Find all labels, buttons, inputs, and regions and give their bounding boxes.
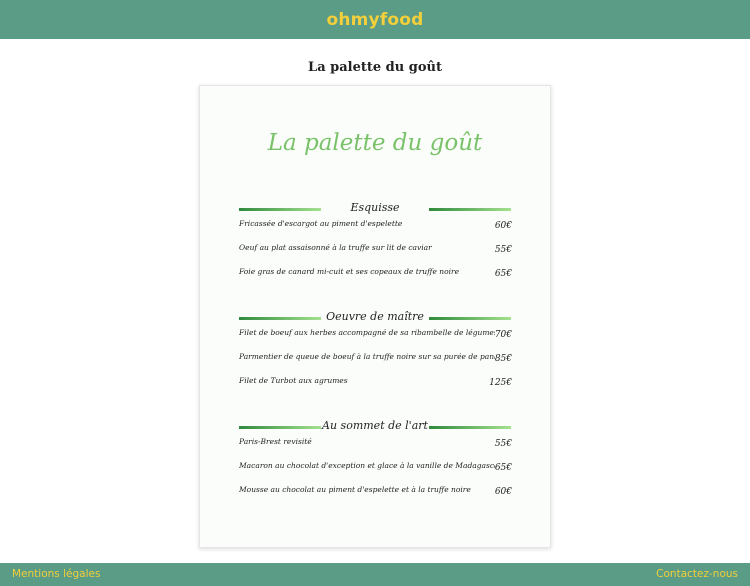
contact-link[interactable]: Contactez-nous (656, 568, 738, 580)
section-header: Au sommet de l'art (239, 417, 512, 437)
menu-item-price: 60€ (494, 221, 512, 231)
menu-item-price: 55€ (494, 439, 512, 449)
menu-item[interactable]: Filet de Turbot aux agrumes 125€ (239, 376, 512, 400)
menu-item[interactable]: Macaron au chocolat d'exception et glace… (239, 461, 512, 485)
menu-item-name: Filet de Turbot aux agrumes (239, 376, 348, 385)
menu-item[interactable]: Foie gras de canard mi-cuit et ses copea… (239, 267, 512, 291)
page-title: La palette du goût (308, 60, 442, 75)
menu-item-name: Paris-Brest revisité (239, 437, 312, 446)
menu-item-name: Foie gras de canard mi-cuit et ses copea… (239, 267, 460, 276)
menu-item[interactable]: Parmentier de queue de boeuf à la truffe… (239, 352, 512, 376)
menu-item[interactable]: Filet de boeuf aux herbes accompagné de … (239, 328, 512, 352)
menu-item[interactable]: Mousse au chocolat au piment d'espelette… (239, 485, 512, 509)
menu-item[interactable]: Fricassée d'escargot au piment d'espelet… (239, 219, 512, 243)
section-divider-left (239, 317, 321, 320)
menu-item-price: 70€ (494, 330, 512, 340)
menu-item-name: Filet de boeuf aux herbes accompagné de … (239, 328, 495, 337)
menu-item-name: Macaron au chocolat d'exception et glace… (239, 461, 495, 470)
menu-item-price: 125€ (489, 378, 512, 388)
section-divider-left (239, 426, 321, 429)
menu-item-price: 65€ (494, 463, 512, 473)
menu-item-name: Fricassée d'escargot au piment d'espelet… (239, 219, 403, 228)
menu-item-name: Mousse au chocolat au piment d'espelette… (239, 485, 471, 494)
menu-section-esquisse: Esquisse Fricassée d'escargot au piment … (239, 199, 512, 291)
section-header: Oeuvre de maître (239, 308, 512, 328)
brand-logo[interactable]: ohmyfood (326, 10, 423, 30)
menu-item-name: Parmentier de queue de boeuf à la truffe… (239, 352, 495, 361)
section-divider-right (429, 208, 511, 211)
menu-item-name: Oeuf au plat assaisonné à la truffe sur … (239, 243, 432, 252)
menu-item-price: 60€ (494, 487, 512, 497)
section-title: Esquisse (350, 201, 400, 214)
menu-item[interactable]: Paris-Brest revisité 55€ (239, 437, 512, 461)
top-bar: ohmyfood (0, 0, 750, 39)
section-title: Au sommet de l'art (322, 419, 428, 432)
menu-item-price: 55€ (494, 245, 512, 255)
section-divider-right (429, 317, 511, 320)
menu-card-title: La palette du goût (267, 130, 483, 156)
footer-bar: Mentions légales Contactez-nous (0, 563, 750, 586)
menu-item-price: 65€ (494, 269, 512, 279)
section-divider-right (429, 426, 511, 429)
section-header: Esquisse (239, 199, 512, 219)
menu-section-sommet: Au sommet de l'art Paris-Brest revisité … (239, 417, 512, 509)
section-title: Oeuvre de maître (326, 310, 424, 323)
legal-notice-link[interactable]: Mentions légales (12, 568, 100, 580)
section-divider-left (239, 208, 321, 211)
menu-section-oeuvre: Oeuvre de maître Filet de boeuf aux herb… (239, 308, 512, 400)
menu-item-price: 85€ (494, 354, 512, 364)
menu-item[interactable]: Oeuf au plat assaisonné à la truffe sur … (239, 243, 512, 267)
menu-card: La palette du goût Esquisse Fricassée d'… (199, 85, 551, 548)
